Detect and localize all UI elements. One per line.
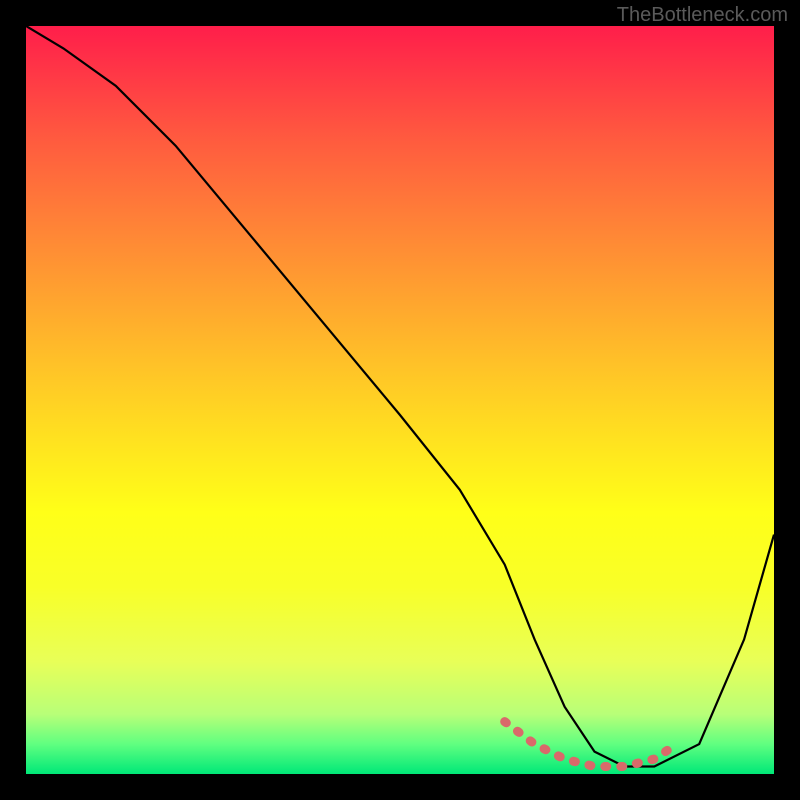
chart-svg: [26, 26, 774, 774]
plot-area: [26, 26, 774, 774]
bottleneck-curve-line: [26, 26, 774, 767]
attribution-text: TheBottleneck.com: [617, 4, 788, 27]
